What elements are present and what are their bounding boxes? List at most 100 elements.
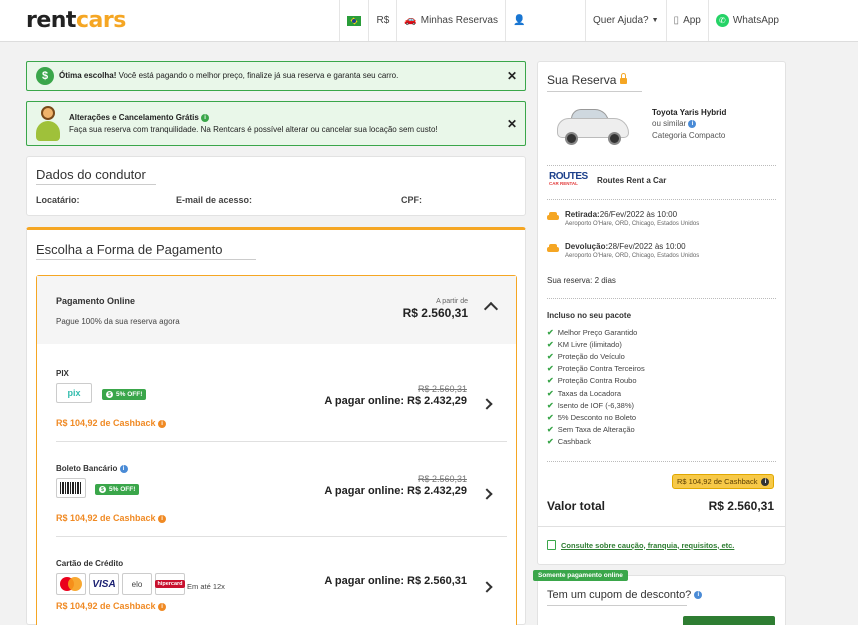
whatsapp-icon: ✆ — [715, 14, 729, 27]
visa-icon: VISA — [89, 573, 119, 595]
info-icon[interactable]: i — [761, 477, 770, 486]
from-price: R$ 2.560,31 — [402, 306, 468, 320]
return-date: 28/Fev/2022 às 10:00 — [608, 242, 686, 251]
pickup-place: Aeroporto O'Hare, ORD, Chicago, Estados … — [565, 221, 700, 227]
check-icon: ✔ — [547, 424, 554, 434]
user-icon: 👤 — [513, 15, 526, 26]
pickup-date: 26/Fev/2022 às 10:00 — [599, 210, 678, 219]
help-menu[interactable]: Quer Ajuda? ▼ — [585, 0, 666, 41]
divider — [547, 199, 776, 200]
my-reservations-link[interactable]: 🚗 Minhas Reservas — [396, 0, 505, 41]
pay-online-price: A pagar online: R$ 2.432,29 — [324, 485, 467, 497]
included-item: ✔ Proteção Contra Terceiros — [547, 364, 645, 373]
top-header: rentcars R$ 🚗 Minhas Reservas 👤 Quer Ajud… — [0, 0, 858, 42]
included-item: ✔ 5% Desconto no Boleto — [547, 413, 636, 422]
online-payment-header[interactable]: Pagamento Online Pague 100% da sua reser… — [37, 276, 516, 344]
dollar-icon: $ — [106, 391, 113, 398]
option-name: Boleto Bancário — [56, 464, 118, 473]
coupon-title: Tem um cupom de desconto? — [547, 589, 692, 601]
brazil-flag-icon — [347, 15, 362, 26]
consult-requirements-link[interactable]: Consulte sobre caução, franquia, requisi… — [547, 540, 734, 550]
cpf-label: CPF: — [401, 195, 422, 205]
option-name: Cartão de Crédito — [56, 559, 124, 568]
apply-coupon-button[interactable] — [683, 616, 775, 625]
old-price: R$ 2.560,31 — [417, 474, 467, 484]
routes-logo: ROUTES CAR RENTAL — [549, 171, 588, 186]
divider — [547, 605, 687, 606]
included-item: ✔ Isento de IOF (-6,38%) — [547, 401, 634, 410]
payment-card: Escolha a Forma de Pagamento Pagamento O… — [26, 227, 526, 625]
included-item-label: Proteção Contra Terceiros — [557, 364, 645, 374]
return-car-icon — [547, 244, 559, 254]
included-title: Incluso no seu pacote — [547, 311, 632, 320]
rentcars-logo[interactable]: rentcars — [26, 8, 126, 33]
included-item: ✔ KM Livre (ilimitado) — [547, 340, 622, 349]
user-menu[interactable]: 👤 — [505, 0, 585, 41]
old-price: R$ 2.560,31 — [417, 384, 467, 394]
included-item: ✔ Proteção Contra Roubo — [547, 376, 637, 385]
online-payment-box: Pagamento Online Pague 100% da sua reser… — [36, 275, 517, 625]
cashback-text: R$ 104,92 de Cashback — [56, 513, 156, 523]
cashback-text: R$ 104,92 de Cashback — [56, 601, 156, 611]
check-icon: ✔ — [547, 412, 554, 422]
close-icon[interactable]: ✕ — [507, 69, 517, 83]
chevron-up-icon[interactable] — [483, 301, 499, 317]
info-icon[interactable]: i — [688, 119, 697, 128]
car-icon: 🚗 — [404, 15, 417, 26]
check-icon: ✔ — [547, 388, 554, 398]
payment-section-title: Escolha a Forma de Pagamento — [36, 242, 223, 257]
app-link[interactable]: ▯ App — [665, 0, 708, 41]
coupon-card: Somente pagamento online Tem um cupom de… — [533, 570, 786, 625]
divider — [36, 259, 256, 260]
divider — [547, 461, 776, 462]
mastercard-icon — [56, 573, 86, 595]
divider — [547, 91, 642, 92]
info-icon[interactable]: i — [694, 591, 703, 600]
chevron-right-icon[interactable] — [481, 488, 493, 500]
included-item-label: Proteção do Veículo — [557, 352, 625, 362]
caret-down-icon: ▼ — [651, 17, 659, 24]
pay-online-price: A pagar online: R$ 2.560,31 — [324, 575, 467, 587]
check-icon: ✔ — [547, 328, 554, 337]
elo-icon: elo — [122, 573, 152, 595]
payment-option-credit-card[interactable]: Cartão de Crédito VISA elo hipercard Em … — [56, 559, 507, 619]
check-icon: ✔ — [547, 436, 554, 446]
info-icon[interactable]: i — [158, 419, 167, 428]
cashback-text: R$ 104,92 de Cashback — [56, 418, 156, 428]
info-icon[interactable]: i — [158, 602, 167, 611]
installments-text: Em até 12x — [187, 582, 225, 591]
car-image — [555, 106, 631, 148]
total-label: Valor total — [547, 499, 606, 513]
driver-section-title: Dados do condutor — [36, 167, 146, 182]
discount-badge: $5% OFF! — [102, 389, 147, 400]
whatsapp-link[interactable]: ✆ WhatsApp — [707, 0, 786, 41]
chevron-right-icon[interactable] — [481, 581, 493, 593]
document-icon — [547, 540, 556, 550]
check-icon: ✔ — [547, 352, 554, 362]
close-icon[interactable]: ✕ — [507, 117, 517, 131]
divider — [56, 441, 507, 442]
info-icon[interactable]: i — [119, 464, 128, 473]
included-item: ✔ Melhor Preço Garantido — [547, 328, 637, 337]
best-choice-bold: Ótima escolha! — [59, 71, 117, 80]
language-selector[interactable] — [339, 0, 368, 41]
included-item-label: KM Livre (ilimitado) — [557, 340, 622, 350]
chevron-right-icon[interactable] — [481, 398, 493, 410]
info-icon[interactable]: i — [201, 113, 210, 122]
info-icon[interactable]: i — [158, 514, 167, 523]
reservation-title: Sua Reserva — [547, 73, 617, 87]
pay-online-price: A pagar online: R$ 2.432,29 — [324, 395, 467, 407]
total-value: R$ 2.560,31 — [708, 499, 774, 513]
payment-option-pix[interactable]: PIX pix $5% OFF! R$ 2.560,31 A pagar onl… — [56, 369, 507, 469]
payment-option-boleto[interactable]: Boleto Bancário i $5% OFF! R$ 2.560,31 A… — [56, 464, 507, 564]
renter-label: Locatário: — [36, 195, 80, 205]
pickup-label: Retirada: — [565, 210, 600, 219]
divider — [56, 536, 507, 537]
currency-selector[interactable]: R$ — [368, 0, 396, 41]
cashback-badge: R$ 104,92 de Cashback i — [672, 474, 775, 489]
car-similar: ou similar — [652, 119, 687, 128]
free-cancellation-alert: Alterações e Cancelamento Grátis i Faça … — [26, 101, 526, 146]
discount-badge: $5% OFF! — [95, 484, 140, 495]
return-place: Aeroporto O'Hare, ORD, Chicago, Estados … — [565, 253, 700, 259]
check-icon: ✔ — [547, 340, 554, 350]
